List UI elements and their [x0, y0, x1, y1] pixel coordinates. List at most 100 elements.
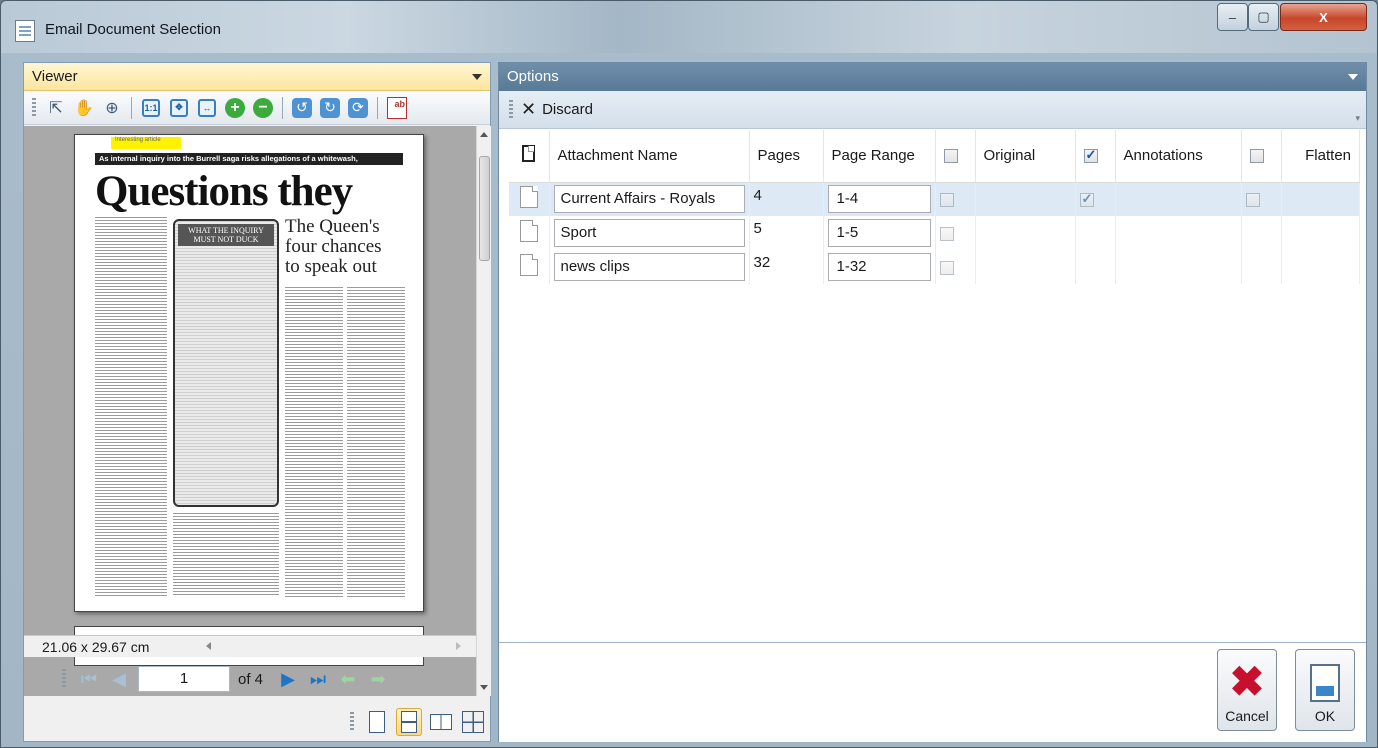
- options-header[interactable]: Options: [499, 63, 1366, 91]
- attachment-name-cell[interactable]: Sport: [549, 216, 750, 250]
- forward-icon[interactable]: ➡: [367, 668, 389, 690]
- flatten-all-checkbox[interactable]: [1249, 149, 1264, 164]
- toolbar-grip[interactable]: [32, 97, 36, 118]
- original-checkbox[interactable]: [939, 260, 954, 275]
- page-range-header[interactable]: Page Range: [823, 130, 936, 183]
- flatten-checkbox[interactable]: [1245, 192, 1260, 207]
- previous-page-icon[interactable]: ◀: [108, 668, 130, 690]
- page-range-cell[interactable]: 1-32: [823, 250, 936, 284]
- rotate-left-icon[interactable]: ↺: [290, 96, 314, 120]
- flatten-header-check[interactable]: [1241, 130, 1282, 183]
- attachment-name-field[interactable]: news clips: [553, 253, 745, 281]
- document-icon: [519, 186, 538, 209]
- continuous-page-icon[interactable]: [396, 708, 422, 736]
- scroll-thumb[interactable]: [479, 156, 490, 261]
- table-row[interactable]: news clips 32 1-32: [509, 250, 1360, 284]
- page-number-input[interactable]: 1: [138, 666, 230, 692]
- discard-button[interactable]: ✕ Discard: [517, 95, 597, 124]
- attachment-name-cell[interactable]: Current Affairs - Royals: [549, 182, 750, 216]
- viewer-pane: Viewer ⇱ ✋ ⊕ 1:1 ✥ ↔ + − ↺ ↻ ⟳ ab Intere…: [23, 62, 491, 742]
- pages-header[interactable]: Pages: [749, 130, 824, 183]
- close-button[interactable]: X: [1280, 3, 1367, 31]
- flatten-cell[interactable]: [1241, 182, 1282, 216]
- page-range-cell[interactable]: 1-4: [823, 182, 936, 216]
- pan-hand-icon[interactable]: ✋: [72, 96, 96, 120]
- attachment-name-field[interactable]: Current Affairs - Royals: [553, 185, 745, 214]
- viewer-vertical-scrollbar[interactable]: [476, 126, 491, 696]
- annotations-cell: [1075, 216, 1116, 250]
- annotations-checkbox[interactable]: [1079, 191, 1094, 207]
- flatten-cell: [1241, 216, 1282, 250]
- attachment-name-header[interactable]: Attachment Name: [549, 130, 750, 183]
- page-range-field[interactable]: 1-5: [827, 219, 931, 247]
- toolbar-overflow-icon[interactable]: ▾: [1355, 113, 1360, 124]
- options-toolbar: ✕ Discard ▾: [499, 91, 1366, 129]
- annotation-note[interactable]: Interesting article: [111, 137, 181, 149]
- text-column: [347, 287, 405, 597]
- original-checkbox[interactable]: [939, 226, 954, 241]
- cancel-button[interactable]: ✖ Cancel: [1217, 649, 1277, 731]
- page-range-field[interactable]: 1-4: [827, 185, 931, 214]
- flatten-spacer: [1281, 182, 1360, 216]
- rotate-page-icon[interactable]: ⟳: [346, 96, 370, 120]
- minimize-button[interactable]: –: [1217, 3, 1248, 31]
- annotations-cell[interactable]: [1075, 182, 1116, 216]
- original-header-check[interactable]: [935, 130, 976, 183]
- toolbar-separator: [377, 96, 378, 119]
- original-spacer: [975, 250, 1076, 284]
- page-navigation: ⏮ ◀ 1 of 4 ▶ ⏭ ⬅ ➡: [24, 659, 490, 699]
- attachment-name-cell[interactable]: news clips: [549, 250, 750, 284]
- table-row[interactable]: Sport 5 1-5: [509, 216, 1360, 250]
- attachment-name-field[interactable]: Sport: [553, 219, 745, 247]
- grid-header-row: Attachment Name Pages Page Range Origina…: [509, 130, 1360, 183]
- viewer-toolbar: ⇱ ✋ ⊕ 1:1 ✥ ↔ + − ↺ ↻ ⟳ ab: [24, 91, 490, 125]
- scroll-right-icon[interactable]: [456, 642, 461, 650]
- original-cell[interactable]: [935, 216, 976, 250]
- page-range-cell[interactable]: 1-5: [823, 216, 936, 250]
- toolbar-grip[interactable]: [509, 99, 513, 120]
- zoom-in-icon[interactable]: +: [223, 96, 247, 120]
- nav-grip[interactable]: [62, 669, 66, 689]
- single-page-icon[interactable]: [364, 708, 390, 736]
- select-arrow-icon[interactable]: ⇱: [44, 96, 68, 120]
- pages-cell: 4: [749, 182, 824, 216]
- fit-page-icon[interactable]: ✥: [167, 96, 191, 120]
- viewer-header[interactable]: Viewer: [24, 63, 490, 91]
- actual-size-icon[interactable]: 1:1: [139, 96, 163, 120]
- fit-width-icon[interactable]: ↔: [195, 96, 219, 120]
- document-viewport[interactable]: Interesting article As internal inquiry …: [24, 126, 476, 696]
- next-page-icon[interactable]: ▶: [277, 668, 299, 690]
- flatten-header[interactable]: Flatten: [1281, 130, 1360, 183]
- options-dropdown-icon[interactable]: [1348, 74, 1358, 80]
- original-header[interactable]: Original: [975, 130, 1076, 183]
- page-range-field[interactable]: 1-32: [827, 253, 931, 281]
- document-icon: [519, 220, 538, 242]
- pages-cell: 5: [749, 216, 824, 250]
- text-column: [285, 287, 343, 597]
- original-cell[interactable]: [935, 250, 976, 284]
- zoom-out-icon[interactable]: −: [251, 96, 275, 120]
- last-page-icon[interactable]: ⏭: [307, 668, 329, 690]
- rotate-right-icon[interactable]: ↻: [318, 96, 342, 120]
- scroll-up-icon[interactable]: [480, 132, 488, 137]
- scroll-left-icon[interactable]: [206, 642, 211, 650]
- pdf-export-icon[interactable]: ab: [385, 96, 409, 120]
- page-size-label: 21.06 x 29.67 cm: [42, 639, 150, 655]
- first-page-icon[interactable]: ⏮: [78, 668, 100, 690]
- maximize-button[interactable]: ▢: [1248, 3, 1279, 31]
- annotations-all-checkbox[interactable]: [1083, 147, 1098, 164]
- original-all-checkbox[interactable]: [943, 149, 958, 164]
- annotations-header[interactable]: Annotations: [1115, 130, 1242, 183]
- table-row[interactable]: Current Affairs - Royals 4 1-4: [509, 182, 1360, 216]
- layout-grip[interactable]: [350, 712, 354, 732]
- original-cell[interactable]: [935, 182, 976, 216]
- original-checkbox[interactable]: [939, 192, 954, 207]
- viewer-dropdown-icon[interactable]: [472, 74, 482, 80]
- thumbnail-grid-icon[interactable]: [460, 708, 486, 736]
- zoom-icon[interactable]: ⊕: [100, 96, 124, 120]
- back-icon[interactable]: ⬅: [337, 668, 359, 690]
- flatten-spacer: [1281, 216, 1360, 250]
- annotations-header-check[interactable]: [1075, 130, 1116, 183]
- facing-pages-icon[interactable]: [428, 708, 454, 736]
- ok-button[interactable]: OK: [1295, 649, 1355, 731]
